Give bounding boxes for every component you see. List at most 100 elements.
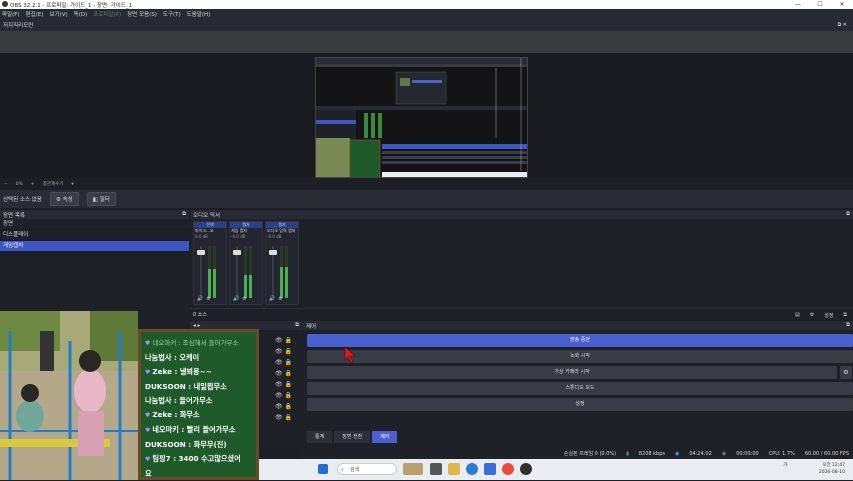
mixer-footer: 0 소스 ▤ ⚙ 설정 ⧉ bbox=[190, 308, 853, 320]
taskbar-search[interactable]: ⌕ 검색 bbox=[337, 463, 397, 475]
dock-float-icon[interactable]: ⧉ bbox=[843, 312, 847, 319]
dock-tabs: 통계 장면 전환 제어 bbox=[307, 431, 398, 443]
menu-profile[interactable]: 프로파일(P) bbox=[93, 10, 121, 18]
menu-edit[interactable]: 편집(E) bbox=[26, 10, 44, 18]
maximize-button[interactable]: ☐ bbox=[809, 0, 831, 9]
volume-meter bbox=[249, 246, 252, 298]
volume-meter bbox=[208, 246, 211, 298]
channel-icons[interactable]: 🔊⚙ bbox=[269, 296, 286, 302]
fader-knob[interactable] bbox=[233, 250, 241, 255]
source-visibility-icons[interactable]: 👁 🔒 👁 🔒 👁 🔒 👁 🔒 👁 🔒 👁 🔒 👁 🔒 👁 🔒 bbox=[275, 335, 292, 423]
tab-scene-transitions[interactable]: 장면 전환 bbox=[334, 431, 371, 443]
scene-item[interactable]: 디스플레이 bbox=[0, 230, 189, 241]
menu-tools[interactable]: 도구(T) bbox=[163, 10, 181, 18]
settings-menu[interactable]: 설정 bbox=[824, 312, 833, 319]
zoom-in-icon[interactable]: + bbox=[31, 182, 35, 187]
chat-message: DUKSOON : 화무무(진) bbox=[145, 438, 252, 452]
chat-text: Zeke : 낼뵈용~~ bbox=[152, 367, 212, 376]
properties-button[interactable]: ⚙ 속성 bbox=[49, 192, 79, 206]
channel-icons[interactable]: 🔊⚙ bbox=[197, 296, 214, 302]
fader-knob[interactable] bbox=[197, 250, 205, 255]
title-bar: OBS 32.2.1 - 프로파일: 가이드_1 - 장면: 가이드_1 — ☐… bbox=[0, 0, 853, 9]
zoom-out-icon[interactable]: − bbox=[4, 182, 8, 187]
heart-badge-icon: ♥ bbox=[145, 369, 151, 376]
preview-canvas[interactable] bbox=[315, 57, 528, 178]
live-icon: ◉ bbox=[675, 450, 680, 457]
close-button[interactable]: ✕ bbox=[831, 0, 853, 9]
tab-controls[interactable]: 제어 bbox=[372, 431, 398, 443]
dock-float-icon[interactable]: ⧉ bbox=[846, 322, 850, 329]
mixer-channel: 캡처 게임 캡처 -0.0 dB 🔊⚙ bbox=[229, 221, 263, 305]
mixer-channel: 캡처 오디오 입력 캡처 -0.0 dB 🔊⚙ bbox=[265, 221, 299, 305]
rec-icon: ◉ bbox=[721, 450, 727, 457]
chevron-down-icon[interactable]: ▾ bbox=[71, 182, 73, 187]
volume-meter bbox=[285, 246, 288, 298]
channel-db: -0.0 dB bbox=[267, 234, 282, 239]
menu-dock[interactable]: 독(D) bbox=[74, 10, 88, 18]
system-tray[interactable]: 가 오전 12:47 2026-08-10 bbox=[783, 462, 845, 476]
channel-icons[interactable]: 🔊⚙ bbox=[233, 296, 250, 302]
settings-gear-icon[interactable]: ⚙ bbox=[810, 312, 814, 319]
virtual-camera-settings-gear-icon[interactable]: ⚙ bbox=[840, 366, 852, 379]
stop-streaming-button[interactable]: 방송 중단 bbox=[307, 334, 853, 347]
dock-float-icon[interactable]: ⧉ bbox=[182, 211, 186, 218]
preview-mode-label[interactable]: 창관계수기 bbox=[43, 181, 64, 187]
scene-item[interactable]: 장면 bbox=[0, 219, 189, 230]
store-icon[interactable] bbox=[484, 463, 496, 475]
chat-message: DUKSOON : 내일뵙무소 bbox=[145, 380, 252, 394]
search-placeholder: 검색 bbox=[350, 467, 360, 473]
volume-fader[interactable] bbox=[233, 246, 241, 298]
chat-message: ♥ 팀핑7 : 3400 수고많으셨어 bbox=[145, 452, 252, 467]
heart-badge-icon: ♥ bbox=[145, 412, 151, 419]
volume-fader[interactable] bbox=[197, 246, 205, 298]
studio-mode-button[interactable]: 스튜디오 모드 bbox=[307, 382, 853, 395]
menu-view[interactable]: 보기(V) bbox=[49, 10, 67, 18]
obs-taskbar-icon[interactable] bbox=[520, 463, 532, 475]
dock-float-icon[interactable]: ⧉ bbox=[846, 211, 850, 218]
task-view-icon[interactable] bbox=[430, 463, 442, 475]
layout-icon[interactable]: ▤ bbox=[795, 312, 800, 319]
chat-text: DUKSOON : 내일뵙무소 bbox=[145, 382, 227, 391]
minimize-button[interactable]: — bbox=[787, 0, 809, 9]
dock-float-icon[interactable]: ⧉ ✕ bbox=[838, 22, 847, 28]
volume-fader[interactable] bbox=[269, 246, 277, 298]
chat-text: 네오마키 : 빨리 들어가무소 bbox=[152, 425, 236, 434]
chat-text: DUKSOON : 화무무(진) bbox=[145, 440, 227, 449]
file-explorer-icon[interactable] bbox=[448, 463, 460, 475]
chrome-icon[interactable] bbox=[502, 463, 514, 475]
preview-title: 저지직리모컨 bbox=[3, 23, 34, 29]
edge-icon[interactable] bbox=[466, 463, 478, 475]
chat-text: 요 bbox=[145, 469, 152, 478]
scene-item[interactable]: 게임캡처 bbox=[0, 241, 189, 252]
webcam-image bbox=[0, 311, 138, 480]
start-virtual-camera-button[interactable]: 가상 카메라 시작 bbox=[307, 366, 837, 379]
preview-dock-header: 저지직리모컨 ⧉ ✕ bbox=[0, 19, 853, 31]
tab-stats[interactable]: 통계 bbox=[307, 431, 333, 443]
widget-icon[interactable] bbox=[403, 463, 423, 475]
bitrate-signal-icon: ▮ bbox=[626, 450, 629, 457]
scenes-title: 장면 목록 bbox=[3, 212, 25, 219]
sources-title-glyphs: ◂ ▸ bbox=[193, 322, 201, 329]
chat-text: 네오마키 : 조심해서 들어가무소 bbox=[152, 339, 239, 347]
chat-message: 나눔법사 : 오케이 bbox=[145, 351, 252, 365]
menu-scene-collection[interactable]: 장면 모음(S) bbox=[127, 10, 157, 18]
chat-message: ♥ Zeke : 낼뵈용~~ bbox=[145, 365, 252, 380]
webcam-overlay bbox=[0, 311, 138, 480]
mixer-tools: ▤ ⚙ 설정 ⧉ bbox=[795, 312, 847, 319]
fps: 60.00 / 60.00 FPS bbox=[804, 450, 849, 457]
filters-button[interactable]: ◧ 필터 bbox=[86, 192, 116, 206]
obs-app-icon bbox=[2, 1, 8, 7]
windows-start-icon[interactable] bbox=[318, 464, 328, 474]
chat-message: 나눔법사 : 들어가무소 bbox=[145, 394, 252, 408]
menu-help[interactable]: 도움말(H) bbox=[187, 10, 211, 18]
stream-time: 04:24:02 bbox=[689, 450, 712, 457]
filters-label: 필터 bbox=[99, 197, 110, 203]
dropped-frames: 손실된 프레임 0 (0.0%) bbox=[563, 451, 617, 457]
settings-button[interactable]: 설정 bbox=[307, 398, 853, 411]
chat-text: 나눔법사 : 오케이 bbox=[145, 353, 200, 362]
channel-db: -0.0 dB bbox=[231, 234, 246, 239]
menu-file[interactable]: 파일(F) bbox=[2, 10, 20, 18]
start-recording-button[interactable]: 녹화 시작 bbox=[307, 350, 853, 363]
dock-float-icon[interactable]: ⧉ bbox=[295, 322, 299, 329]
fader-knob[interactable] bbox=[269, 250, 277, 255]
